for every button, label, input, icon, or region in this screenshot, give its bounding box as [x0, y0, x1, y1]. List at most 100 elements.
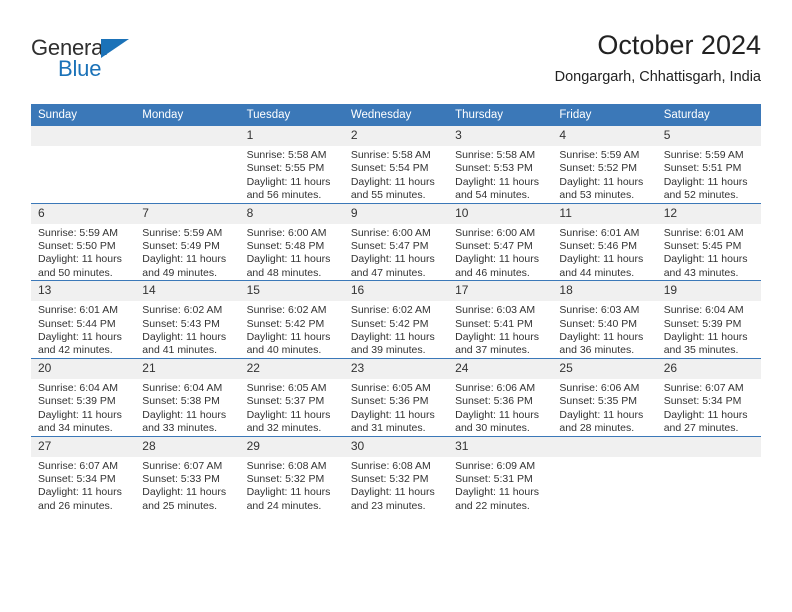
sunset-text: Sunset: 5:49 PM — [142, 240, 220, 253]
day-cell[interactable]: 28 Sunrise: 6:07 AM Sunset: 5:33 PM Dayligh… — [135, 435, 240, 514]
sunset-text: Sunset: 5:36 PM — [455, 395, 533, 408]
sunset-text: Sunset: 5:55 PM — [246, 162, 325, 175]
daylight-text: Daylight: 11 hours and 27 minutes. — [663, 408, 748, 435]
day-details — [135, 146, 239, 149]
daylight-text: Daylight: 11 hours and 46 minutes. — [455, 253, 539, 279]
sunset-text: Sunset: 5:37 PM — [246, 395, 325, 408]
sunset-text: Sunset: 5:39 PM — [663, 317, 742, 330]
day-cell[interactable] — [552, 435, 657, 514]
day-details: Sunrise: 6:00 AM Sunset: 5:48 PM Daylight:… — [240, 224, 344, 281]
sunset-text: Sunset: 5:51 PM — [663, 162, 742, 175]
day-cell[interactable]: 25 Sunrise: 6:06 AM Sunset: 5:35 PM Dayligh… — [552, 357, 657, 436]
sunset-text: Sunset: 5:44 PM — [38, 317, 116, 330]
day-number: 22 — [239, 358, 344, 379]
logo-triangle-icon — [101, 39, 129, 58]
day-cell[interactable]: 11 Sunrise: 6:01 AM Sunset: 5:46 PM Dayligh… — [552, 202, 657, 281]
daylight-text: Daylight: 11 hours and 33 minutes. — [142, 408, 227, 435]
day-details: Sunrise: 6:02 AM Sunset: 5:42 PM Daylight:… — [344, 301, 448, 358]
sunrise-text: Sunrise: 6:01 AM — [559, 226, 640, 239]
sunset-text: Sunset: 5:40 PM — [559, 317, 638, 330]
sunrise-text: Sunrise: 5:59 AM — [559, 149, 640, 161]
day-cell[interactable]: 20 Sunrise: 6:04 AM Sunset: 5:39 PM Dayligh… — [31, 357, 136, 436]
day-cell[interactable]: 19 Sunrise: 6:04 AM Sunset: 5:39 PM Dayligh… — [656, 280, 761, 359]
day-number: 29 — [239, 436, 344, 457]
calendar-week-row: 13 Sunrise: 6:01 AM Sunset: 5:44 PM Dayligh… — [31, 280, 761, 359]
sunrise-text: Sunrise: 6:02 AM — [350, 304, 431, 317]
day-cell[interactable]: 17 Sunrise: 6:03 AM Sunset: 5:41 PM Dayligh… — [448, 280, 553, 359]
day-cell[interactable]: 18 Sunrise: 6:03 AM Sunset: 5:40 PM Dayligh… — [552, 280, 657, 359]
sunrise-text: Sunrise: 6:00 AM — [455, 226, 536, 239]
weekday-header-saturday: Saturday — [656, 104, 761, 126]
day-cell[interactable]: 27 Sunrise: 6:07 AM Sunset: 5:34 PM Dayligh… — [31, 435, 136, 514]
day-number: 2 — [343, 126, 449, 146]
sunrise-text: Sunrise: 5:59 AM — [663, 149, 744, 161]
page-title: October 2024 — [597, 30, 761, 60]
day-cell[interactable]: 9 Sunrise: 6:00 AM Sunset: 5:47 PM Daylight… — [343, 202, 449, 281]
day-cell[interactable]: 3 Sunrise: 5:58 AM Sunset: 5:53 PM Daylight… — [448, 126, 553, 204]
day-cell[interactable]: 24 Sunrise: 6:06 AM Sunset: 5:36 PM Dayligh… — [448, 357, 553, 436]
day-number: 12 — [656, 203, 761, 224]
calendar-week-row: 20 Sunrise: 6:04 AM Sunset: 5:39 PM Dayligh… — [31, 357, 761, 436]
daylight-text: Daylight: 11 hours and 52 minutes. — [663, 175, 748, 202]
day-cell[interactable]: 16 Sunrise: 6:02 AM Sunset: 5:42 PM Dayligh… — [343, 280, 449, 359]
sunrise-text: Sunrise: 6:00 AM — [246, 226, 327, 239]
sunrise-text: Sunrise: 6:04 AM — [663, 304, 744, 317]
day-cell[interactable]: 10 Sunrise: 6:00 AM Sunset: 5:47 PM Dayligh… — [448, 202, 553, 281]
day-number: 31 — [448, 436, 553, 457]
day-cell[interactable]: 6 Sunrise: 5:59 AM Sunset: 5:50 PM Daylight… — [31, 202, 136, 281]
daylight-text: Daylight: 11 hours and 32 minutes. — [246, 408, 331, 435]
day-cell[interactable]: 5 Sunrise: 5:59 AM Sunset: 5:51 PM Daylight… — [656, 126, 761, 204]
day-number: 11 — [552, 203, 657, 224]
day-cell[interactable] — [31, 126, 136, 204]
day-details: Sunrise: 5:59 AM Sunset: 5:51 PM Daylight:… — [657, 146, 761, 203]
sunset-text: Sunset: 5:36 PM — [350, 395, 429, 408]
day-cell[interactable]: 23 Sunrise: 6:05 AM Sunset: 5:36 PM Dayligh… — [343, 357, 449, 436]
daylight-text: Daylight: 11 hours and 42 minutes. — [38, 331, 122, 357]
day-number: 1 — [239, 126, 344, 146]
sunset-text: Sunset: 5:54 PM — [350, 162, 429, 175]
day-details: Sunrise: 5:59 AM Sunset: 5:50 PM Daylight:… — [31, 224, 135, 281]
day-cell[interactable] — [656, 435, 761, 514]
daylight-text: Daylight: 11 hours and 41 minutes. — [142, 331, 227, 357]
weekday-header-wednesday: Wednesday — [343, 104, 449, 126]
day-cell[interactable]: 1 Sunrise: 5:58 AM Sunset: 5:55 PM Daylight… — [239, 126, 344, 204]
sunrise-text: Sunrise: 5:59 AM — [38, 226, 118, 239]
day-cell[interactable]: 4 Sunrise: 5:59 AM Sunset: 5:52 PM Daylight… — [552, 126, 657, 204]
day-cell[interactable]: 30 Sunrise: 6:08 AM Sunset: 5:32 PM Dayligh… — [343, 435, 449, 514]
generalblue-logo[interactable]: General Blue — [31, 36, 171, 84]
sunrise-text: Sunrise: 6:02 AM — [246, 304, 327, 317]
day-details: Sunrise: 6:02 AM Sunset: 5:43 PM Daylight:… — [135, 301, 239, 358]
sunset-text: Sunset: 5:43 PM — [142, 317, 220, 330]
sunset-text: Sunset: 5:32 PM — [350, 472, 429, 485]
day-number: 20 — [31, 358, 136, 379]
sunrise-text: Sunrise: 6:09 AM — [455, 459, 536, 472]
page-masthead: General Blue October 2024 Dongargarh, Ch… — [31, 28, 761, 100]
day-cell[interactable]: 8 Sunrise: 6:00 AM Sunset: 5:48 PM Daylight… — [239, 202, 344, 281]
daylight-text: Daylight: 11 hours and 26 minutes. — [38, 486, 122, 512]
day-cell[interactable]: 14 Sunrise: 6:02 AM Sunset: 5:43 PM Dayligh… — [135, 280, 240, 359]
day-cell[interactable]: 13 Sunrise: 6:01 AM Sunset: 5:44 PM Dayligh… — [31, 280, 136, 359]
day-cell[interactable] — [135, 126, 240, 204]
day-cell[interactable]: 21 Sunrise: 6:04 AM Sunset: 5:38 PM Dayligh… — [135, 357, 240, 436]
day-details: Sunrise: 6:06 AM Sunset: 5:35 PM Daylight:… — [552, 379, 656, 436]
sunset-text: Sunset: 5:34 PM — [663, 395, 742, 408]
sunset-text: Sunset: 5:34 PM — [38, 472, 116, 485]
day-cell[interactable]: 26 Sunrise: 6:07 AM Sunset: 5:34 PM Dayligh… — [656, 357, 761, 436]
day-cell[interactable]: 2 Sunrise: 5:58 AM Sunset: 5:54 PM Daylight… — [343, 126, 449, 204]
day-details: Sunrise: 6:09 AM Sunset: 5:31 PM Daylight:… — [448, 457, 552, 514]
title-block: October 2024 Dongargarh, Chhattisgarh, I… — [555, 28, 761, 88]
day-cell[interactable]: 12 Sunrise: 6:01 AM Sunset: 5:45 PM Dayligh… — [656, 202, 761, 281]
day-cell[interactable]: 29 Sunrise: 6:08 AM Sunset: 5:32 PM Dayligh… — [239, 435, 344, 514]
day-cell[interactable]: 22 Sunrise: 6:05 AM Sunset: 5:37 PM Dayligh… — [239, 357, 344, 436]
day-details: Sunrise: 6:06 AM Sunset: 5:36 PM Daylight:… — [448, 379, 552, 436]
sunset-text: Sunset: 5:53 PM — [455, 162, 533, 175]
day-cell[interactable]: 15 Sunrise: 6:02 AM Sunset: 5:42 PM Dayligh… — [239, 280, 344, 359]
sunset-text: Sunset: 5:32 PM — [246, 472, 325, 485]
day-cell[interactable]: 7 Sunrise: 5:59 AM Sunset: 5:49 PM Daylight… — [135, 202, 240, 281]
weekday-header-thursday: Thursday — [448, 104, 553, 126]
sunrise-text: Sunrise: 6:05 AM — [350, 381, 431, 394]
day-cell[interactable]: 31 Sunrise: 6:09 AM Sunset: 5:31 PM Dayligh… — [448, 435, 553, 514]
sunrise-text: Sunrise: 6:05 AM — [246, 381, 327, 394]
day-number — [552, 436, 657, 457]
daylight-text: Daylight: 11 hours and 36 minutes. — [559, 331, 644, 357]
